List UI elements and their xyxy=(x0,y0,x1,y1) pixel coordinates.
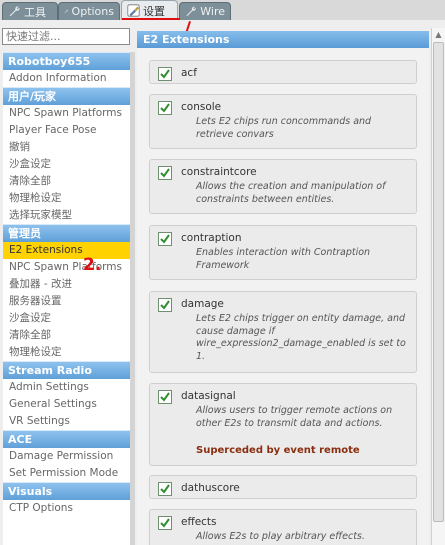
superceded-note: Superceded by event remote xyxy=(196,445,360,456)
checkmark-icon xyxy=(160,103,170,113)
extension-description: Lets E2 chips run concommands and retrie… xyxy=(196,116,372,140)
settings-category-list: Robotboy655 Addon Information 用户/玩家 NPC … xyxy=(3,52,130,545)
wrench-icon xyxy=(9,6,20,17)
extension-card: constraintcore Allows the creation and m… xyxy=(149,159,417,214)
extension-name: dathuscore xyxy=(181,482,240,494)
category-header[interactable]: Robotboy655 xyxy=(3,52,130,70)
wrench-icon xyxy=(186,6,196,17)
checkmark-icon xyxy=(160,69,170,79)
checkmark-icon xyxy=(160,300,170,310)
extension-checkbox[interactable] xyxy=(158,101,172,115)
sidebar-item[interactable]: 物理枪设定 xyxy=(3,190,130,207)
category-header[interactable]: 管理员 xyxy=(3,224,130,242)
sidebar-item[interactable]: Player Face Pose xyxy=(3,122,130,139)
category-header[interactable]: 用户/玩家 xyxy=(3,87,130,105)
checkmark-icon xyxy=(160,392,170,402)
checkmark-icon xyxy=(160,484,170,494)
paintbrush-icon xyxy=(127,4,140,17)
scroll-up-arrow-icon[interactable]: ▲ xyxy=(432,28,445,41)
checkmark-icon xyxy=(160,234,170,244)
extension-description: Lets E2 chips trigger on entity damage, … xyxy=(196,313,406,362)
sidebar-item[interactable]: 物理枪设定 xyxy=(3,344,130,361)
extension-checkbox[interactable] xyxy=(158,298,172,312)
tab-tools[interactable]: 工具 xyxy=(2,2,58,20)
checkmark-icon xyxy=(160,168,170,178)
extension-description: Enables interaction with Contraption Fra… xyxy=(196,247,371,271)
extension-description: Allows users to trigger remote actions o… xyxy=(196,405,393,429)
sidebar-item[interactable]: Addon Information xyxy=(3,70,130,87)
extension-name: effects xyxy=(181,516,217,528)
tab-label: 设置 xyxy=(143,4,165,18)
panel-scrollbar[interactable]: ▲ xyxy=(431,28,445,545)
panel-title: E2 Extensions xyxy=(137,31,429,48)
extension-checkbox[interactable] xyxy=(158,516,172,530)
extension-card: datasignal Allows users to trigger remot… xyxy=(149,383,417,466)
extension-name: datasignal xyxy=(181,390,236,402)
sidebar-item[interactable]: General Settings xyxy=(3,396,130,413)
extension-name: console xyxy=(181,101,222,113)
extensions-panel: acf console Lets E2 chips run concommand… xyxy=(137,48,429,545)
sidebar-item[interactable]: Damage Permission xyxy=(3,448,130,465)
checkmark-icon xyxy=(160,518,170,528)
tab-settings[interactable]: 设置 xyxy=(121,0,178,20)
category-header[interactable]: Visuals xyxy=(3,482,130,500)
sidebar-item[interactable]: Admin Settings xyxy=(3,379,130,396)
category-header[interactable]: ACE xyxy=(3,430,130,448)
sidebar-scrollbar[interactable] xyxy=(130,52,135,545)
tab-label: Options xyxy=(71,5,114,18)
sidebar-item[interactable]: 清除全部 xyxy=(3,327,130,344)
tab-label: Wire xyxy=(200,5,225,18)
wrench-icon xyxy=(64,9,69,14)
tab-options[interactable]: Options xyxy=(58,2,120,20)
extension-description: Allows E2s to play arbitrary effects. xyxy=(196,531,365,542)
extension-card: console Lets E2 chips run concommands an… xyxy=(149,94,417,149)
sidebar-item[interactable]: VR Settings xyxy=(3,413,130,430)
extension-name: constraintcore xyxy=(181,166,257,178)
extension-checkbox[interactable] xyxy=(158,390,172,404)
extension-checkbox[interactable] xyxy=(158,67,172,81)
annotation-underline xyxy=(122,18,180,20)
quick-filter-input[interactable] xyxy=(2,28,130,45)
extension-name: contraption xyxy=(181,232,242,244)
sidebar-item[interactable]: 叠加器 - 改进 xyxy=(3,276,130,293)
scrollbar-thumb[interactable] xyxy=(433,42,444,522)
extension-card: dathuscore xyxy=(149,475,417,499)
category-header[interactable]: Stream Radio xyxy=(3,361,130,379)
extension-checkbox[interactable] xyxy=(158,166,172,180)
extension-card: effects Allows E2s to play arbitrary eff… xyxy=(149,509,417,545)
extension-checkbox[interactable] xyxy=(158,482,172,496)
sidebar-item[interactable]: 撤销 xyxy=(3,139,130,156)
extension-description: Allows the creation and manipulation of … xyxy=(196,181,386,205)
sidebar-item[interactable]: 沙盒设定 xyxy=(3,156,130,173)
extension-name: acf xyxy=(181,67,197,79)
sidebar-item[interactable]: 沙盒设定 xyxy=(3,310,130,327)
extension-card: contraption Enables interaction with Con… xyxy=(149,225,417,280)
extension-card: damage Lets E2 chips trigger on entity d… xyxy=(149,291,417,373)
sidebar-item[interactable]: NPC Spawn Platforms xyxy=(3,259,130,276)
extension-checkbox[interactable] xyxy=(158,232,172,246)
extension-name: damage xyxy=(181,298,224,310)
extension-card: acf xyxy=(149,60,417,84)
tab-wire[interactable]: Wire xyxy=(179,2,231,20)
sidebar-item[interactable]: 选择玩家模型 xyxy=(3,207,130,224)
sidebar-item[interactable]: Set Permission Mode xyxy=(3,465,130,482)
sidebar-item[interactable]: NPC Spawn Platforms xyxy=(3,105,130,122)
tab-label: 工具 xyxy=(24,5,46,19)
tab-strip: 工具 Options 设置 Wire xyxy=(0,0,445,20)
sidebar-item[interactable]: CTP Options xyxy=(3,500,130,517)
sidebar-item-e2-extensions[interactable]: E2 Extensions xyxy=(3,242,130,259)
sidebar-item[interactable]: 服务器设置 xyxy=(3,293,130,310)
sidebar-item[interactable]: 清除全部 xyxy=(3,173,130,190)
